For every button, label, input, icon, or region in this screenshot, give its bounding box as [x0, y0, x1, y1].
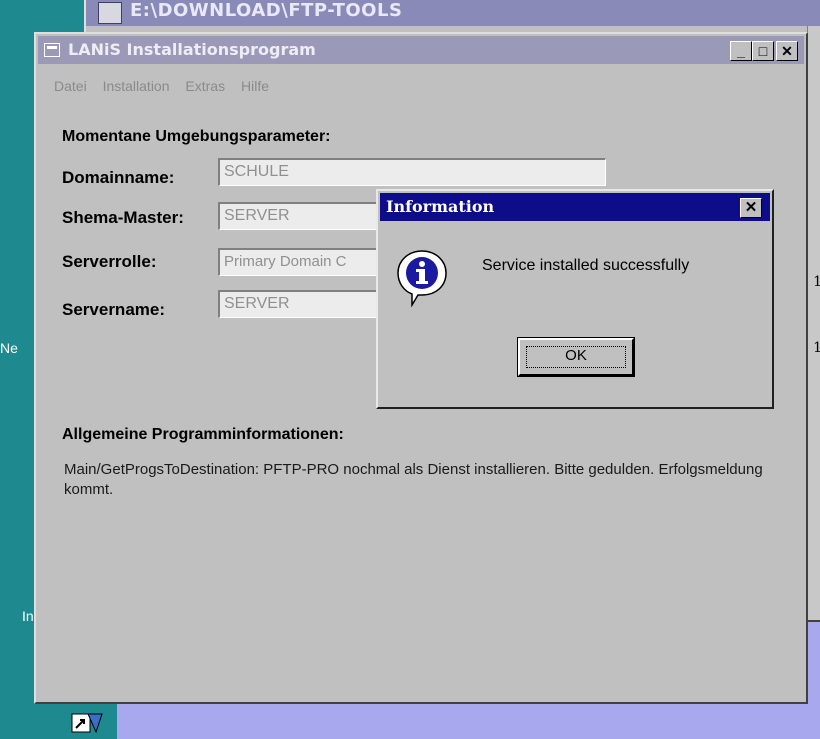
params-heading: Momentane Umgebungsparameter: — [62, 128, 331, 145]
menu-installation[interactable]: Installation — [103, 78, 170, 94]
dialog-message: Service installed successfully — [482, 257, 690, 274]
menu-extras[interactable]: Extras — [185, 78, 225, 94]
desktop-icon-label[interactable]: Ne — [0, 340, 18, 356]
folder-icon — [98, 2, 122, 24]
menu-datei[interactable]: Datei — [54, 78, 87, 94]
information-dialog: Information ✕ Service installed successf… — [376, 189, 774, 409]
dialog-title: Information — [386, 197, 495, 216]
info-message: Main/GetProgsToDestination: PFTP-PRO noc… — [64, 461, 763, 498]
background-window-titlebar[interactable]: E:\DOWNLOAD\FTP-TOOLS — [86, 0, 820, 26]
main-titlebar[interactable]: LANiS Installationsprogram _ □ ✕ — [38, 36, 804, 64]
minimize-button[interactable]: _ — [730, 41, 752, 61]
background-list-value: 1 — [813, 340, 820, 356]
shema-master-field[interactable]: SERVER — [218, 202, 388, 230]
desktop-icon-label[interactable]: In — [22, 608, 34, 624]
dialog-titlebar[interactable]: Information ✕ — [380, 193, 770, 221]
menu-hilfe[interactable]: Hilfe — [241, 78, 269, 94]
dialog-close-button[interactable]: ✕ — [740, 198, 762, 218]
servername-label: Servername: — [62, 300, 166, 319]
close-button[interactable]: ✕ — [776, 41, 798, 61]
info-icon — [397, 250, 447, 307]
servername-field[interactable]: SERVER — [218, 290, 388, 318]
main-window-title: LANiS Installationsprogram — [68, 40, 316, 59]
serverrolle-label: Serverrolle: — [62, 252, 157, 271]
background-window-title: E:\DOWNLOAD\FTP-TOOLS — [130, 0, 403, 21]
domainname-field[interactable]: SCHULE — [218, 158, 606, 186]
shema-master-label: Shema-Master: — [62, 208, 184, 227]
maximize-button[interactable]: □ — [752, 41, 774, 61]
window-app-icon — [44, 43, 60, 57]
focus-rectangle — [526, 346, 626, 368]
background-list-value: 1 — [813, 274, 820, 290]
domainname-label: Domainname: — [62, 168, 175, 187]
serverrolle-field[interactable]: Primary Domain C — [218, 248, 388, 276]
menu-bar: Datei Installation Extras Hilfe — [54, 78, 281, 94]
background-window-scroll-strip[interactable] — [807, 26, 820, 620]
shortcut-icon[interactable] — [70, 710, 104, 736]
info-heading: Allgemeine Programminformationen: — [62, 426, 344, 443]
ok-button[interactable]: OK — [517, 337, 635, 377]
